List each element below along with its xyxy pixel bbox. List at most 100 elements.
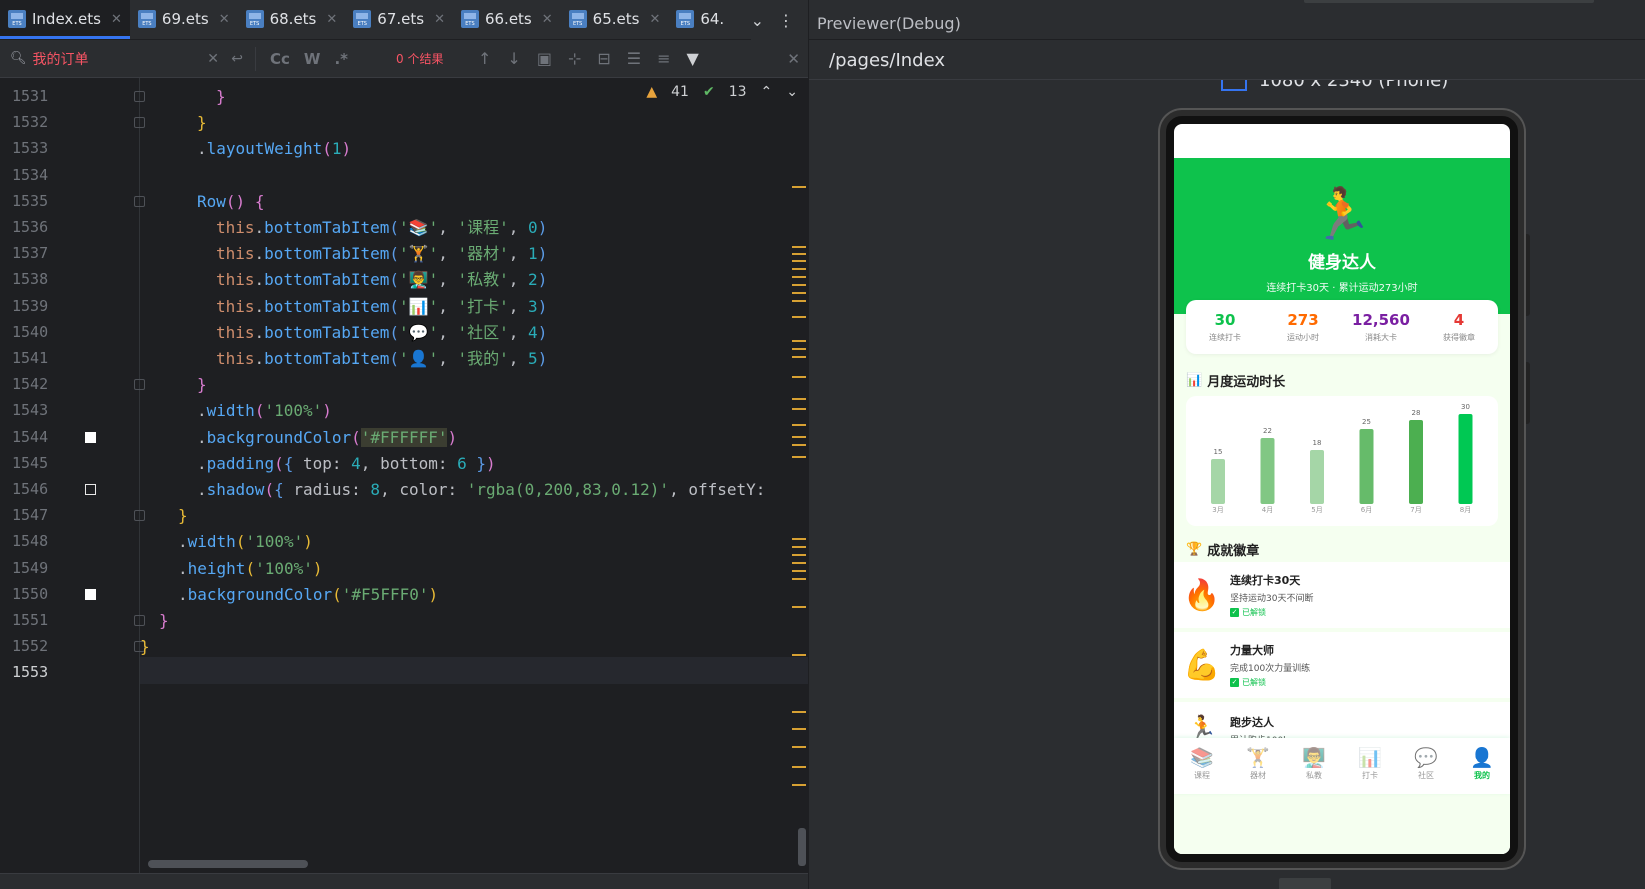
warning-stripe-mark[interactable] xyxy=(792,766,806,768)
page-path: /pages/Index xyxy=(809,40,1645,80)
regex-toggle[interactable]: .* xyxy=(334,50,348,68)
tab-coach[interactable]: 👨‍🏫 私教 xyxy=(1290,748,1338,794)
close-icon[interactable]: ✕ xyxy=(542,12,553,27)
warning-stripe-mark[interactable] xyxy=(792,711,806,713)
warning-stripe-mark[interactable] xyxy=(792,546,806,548)
warning-stripe-mark[interactable] xyxy=(792,300,806,302)
warning-stripe-mark[interactable] xyxy=(792,606,806,608)
warning-stripe-mark[interactable] xyxy=(792,746,806,748)
chart-title: 月度运动时长 xyxy=(1207,375,1286,390)
tab-64-ets[interactable]: 64. xyxy=(668,0,732,39)
close-icon[interactable]: ✕ xyxy=(219,12,230,27)
runner-icon: 🏃 xyxy=(1310,185,1374,243)
whole-word-toggle[interactable]: W xyxy=(304,50,321,68)
warning-stripe-mark[interactable] xyxy=(792,408,806,410)
history-icon[interactable]: ↩ xyxy=(231,51,243,67)
warning-stripe-mark[interactable] xyxy=(792,356,806,358)
warning-stripe-mark[interactable] xyxy=(792,436,806,438)
tab-66-ets[interactable]: 66.ets ✕ xyxy=(453,0,561,39)
match-case-toggle[interactable]: Cc xyxy=(270,50,290,68)
line-number: 1543 xyxy=(12,401,49,420)
chevron-up-icon[interactable]: ⌃ xyxy=(761,84,773,100)
tab-67-ets[interactable]: 67.ets ✕ xyxy=(345,0,453,39)
stat-value: 4 xyxy=(1453,311,1465,329)
bar-category-label: 4月 xyxy=(1262,506,1273,514)
select-all-icon[interactable]: ▣ xyxy=(537,49,552,68)
tab-mine[interactable]: 👤 我的 xyxy=(1458,748,1506,794)
remove-caret-icon[interactable]: ⊟ xyxy=(597,49,610,68)
warning-stripe-mark[interactable] xyxy=(792,253,806,255)
chart-section-title: 📊 月度运动时长 xyxy=(1186,371,1285,390)
warning-stripe-mark[interactable] xyxy=(792,728,806,730)
inspection-widget[interactable]: ▲ 41 ✔ 13 ⌃ ⌄ xyxy=(646,84,798,100)
arrow-up-icon[interactable]: ↑ xyxy=(478,49,491,68)
warning-stripe-mark[interactable] xyxy=(792,348,806,350)
line-number: 1553 xyxy=(12,663,49,682)
filter-settings-icon[interactable]: ≡ xyxy=(657,49,670,68)
warning-stripe-mark[interactable] xyxy=(792,398,806,400)
close-icon[interactable]: ✕ xyxy=(111,12,122,27)
tab-index-ets[interactable]: Index.ets ✕ xyxy=(0,0,130,39)
warning-stripe-mark[interactable] xyxy=(792,554,806,556)
badge-item[interactable]: 🔥 连续打卡30天 坚持运动30天不间断 ✓ 已解锁 xyxy=(1174,562,1510,628)
more-options-icon[interactable]: ⋮ xyxy=(778,11,794,30)
warning-stripe-mark[interactable] xyxy=(792,456,806,458)
horizontal-scrollbar[interactable] xyxy=(148,860,308,868)
stat-badges: 4 获得徽章 xyxy=(1424,311,1494,343)
tab-community[interactable]: 💬 社区 xyxy=(1402,748,1450,794)
tab-courses[interactable]: 📚 课程 xyxy=(1178,748,1226,794)
warning-stripe-mark[interactable] xyxy=(792,578,806,580)
warning-stripe-mark[interactable] xyxy=(792,316,806,318)
stats-card: 30 连续打卡 273 运动小时 12,560 消耗大卡 4 获得徽章 xyxy=(1186,300,1498,354)
select-occurrences-icon[interactable]: ☰ xyxy=(627,49,641,68)
color-swatch-icon[interactable] xyxy=(85,588,96,600)
stat-value: 273 xyxy=(1287,311,1319,329)
warning-stripe-mark[interactable] xyxy=(792,186,806,188)
stat-label: 运动小时 xyxy=(1287,333,1319,342)
warning-stripe-mark[interactable] xyxy=(792,340,806,342)
vertical-scrollbar[interactable] xyxy=(798,828,806,866)
close-icon[interactable]: ✕ xyxy=(326,12,337,27)
warning-stripe-mark[interactable] xyxy=(792,654,806,656)
color-swatch-icon[interactable] xyxy=(85,484,96,495)
filter-icon[interactable]: ▼ xyxy=(687,49,699,68)
close-icon[interactable]: ✕ xyxy=(649,12,660,27)
chevron-down-icon[interactable]: ⌄ xyxy=(751,11,764,30)
add-caret-icon[interactable]: ⊹ xyxy=(568,49,581,68)
arrow-down-icon[interactable]: ↓ xyxy=(507,49,520,68)
bar-value-label: 22 xyxy=(1263,427,1272,435)
line-number: 1540 xyxy=(12,322,49,341)
error-stripe[interactable] xyxy=(792,78,808,873)
device-selector[interactable]: 1080 x 2340 (Phone) xyxy=(1221,80,1448,91)
warning-stripe-mark[interactable] xyxy=(792,424,806,426)
close-icon[interactable]: ✕ xyxy=(434,12,445,27)
badge-status: ✓ 已解锁 xyxy=(1230,677,1310,688)
line-number: 1532 xyxy=(12,113,49,132)
warning-stripe-mark[interactable] xyxy=(792,284,806,286)
warning-stripe-mark[interactable] xyxy=(792,276,806,278)
tab-checkin[interactable]: 📊 打卡 xyxy=(1346,748,1394,794)
color-swatch-icon[interactable] xyxy=(85,431,96,443)
chart-bar xyxy=(1409,420,1423,504)
warning-stripe-mark[interactable] xyxy=(792,292,806,294)
warning-stripe-mark[interactable] xyxy=(792,784,806,786)
badge-item[interactable]: 💪 力量大师 完成100次力量训练 ✓ 已解锁 xyxy=(1174,632,1510,698)
line-number: 1545 xyxy=(12,453,49,472)
warning-stripe-mark[interactable] xyxy=(792,444,806,446)
tab-65-ets[interactable]: 65.ets ✕ xyxy=(561,0,669,39)
warning-stripe-mark[interactable] xyxy=(792,268,806,270)
warning-stripe-mark[interactable] xyxy=(792,260,806,262)
tab-69-ets[interactable]: 69.ets ✕ xyxy=(130,0,238,39)
close-icon[interactable]: ✕ xyxy=(787,50,800,68)
code-area[interactable]: }} .layoutWeight(1) Row() {this.bottomTabI… xyxy=(140,78,808,873)
tab-68-ets[interactable]: 68.ets ✕ xyxy=(238,0,346,39)
warning-stripe-mark[interactable] xyxy=(792,562,806,564)
tab-label: 67.ets xyxy=(377,10,425,28)
clear-icon[interactable]: ✕ xyxy=(207,51,219,67)
search-input[interactable]: 🔍︎ 我的订单 ✕ ↩ xyxy=(0,40,255,78)
tab-equipment[interactable]: 🏋 器材 xyxy=(1234,748,1282,794)
warning-stripe-mark[interactable] xyxy=(792,246,806,248)
warning-stripe-mark[interactable] xyxy=(792,570,806,572)
warning-stripe-mark[interactable] xyxy=(792,538,806,540)
warning-stripe-mark[interactable] xyxy=(792,376,806,378)
